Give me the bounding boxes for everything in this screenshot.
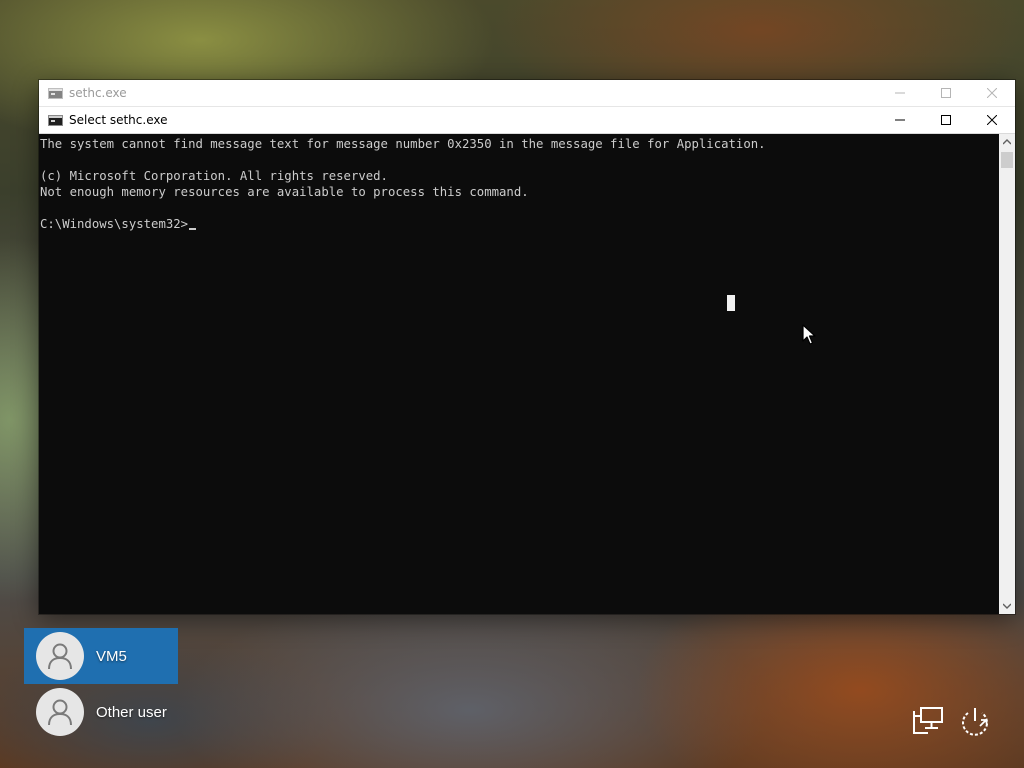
console-window-title: Select sethc.exe xyxy=(69,113,168,127)
power-icon xyxy=(962,708,988,736)
user-avatar xyxy=(36,688,84,736)
scroll-thumb[interactable] xyxy=(1001,152,1013,168)
console-window-stack: sethc.exe Select sethc.exe The system ca… xyxy=(39,80,1015,614)
network-button[interactable] xyxy=(912,706,944,740)
background-close-button[interactable] xyxy=(969,80,1015,106)
maximize-button[interactable] xyxy=(923,107,969,133)
console-icon xyxy=(48,87,63,99)
console-prompt: C:\Windows\system32> xyxy=(40,217,189,231)
minimize-icon xyxy=(895,119,905,121)
console-line: Not enough memory resources are availabl… xyxy=(40,185,529,199)
minimize-icon xyxy=(895,92,905,94)
console-line: The system cannot find message text for … xyxy=(40,137,766,151)
minimize-button[interactable] xyxy=(877,107,923,133)
background-window-title: sethc.exe xyxy=(69,86,127,100)
console-output[interactable]: The system cannot find message text for … xyxy=(39,134,999,614)
user-avatar xyxy=(36,632,84,680)
network-icon xyxy=(913,707,943,734)
background-minimize-button[interactable] xyxy=(877,80,923,106)
chevron-down-icon xyxy=(1003,603,1011,609)
scroll-up-button[interactable] xyxy=(999,134,1015,150)
user-icon xyxy=(48,643,72,670)
background-maximize-button[interactable] xyxy=(923,80,969,106)
console-window-controls xyxy=(877,107,1015,133)
console-window-titlebar[interactable]: Select sethc.exe xyxy=(39,107,1015,134)
mouse-pointer-icon xyxy=(802,324,816,345)
close-icon xyxy=(987,88,997,98)
background-window-controls xyxy=(877,80,1015,106)
user-name: Other user xyxy=(96,703,167,721)
close-button[interactable] xyxy=(969,107,1015,133)
power-button[interactable] xyxy=(958,706,992,742)
text-cursor xyxy=(189,228,197,230)
selection-block-cursor xyxy=(727,295,735,311)
user-icon xyxy=(48,699,72,726)
console-scrollbar[interactable] xyxy=(999,134,1015,614)
maximize-icon xyxy=(941,88,951,98)
maximize-icon xyxy=(941,115,951,125)
console-line: (c) Microsoft Corporation. All rights re… xyxy=(40,169,388,183)
close-icon xyxy=(987,115,997,125)
user-name: VM5 xyxy=(96,647,127,665)
user-tile-vm5[interactable]: VM5 xyxy=(24,628,178,684)
background-window-titlebar[interactable]: sethc.exe xyxy=(39,80,1015,107)
scroll-down-button[interactable] xyxy=(999,598,1015,614)
chevron-up-icon xyxy=(1003,139,1011,145)
user-tile-other-user[interactable]: Other user xyxy=(24,684,178,740)
console-prompt-line[interactable]: C:\Windows\system32> xyxy=(40,216,999,232)
console-icon xyxy=(48,114,63,126)
